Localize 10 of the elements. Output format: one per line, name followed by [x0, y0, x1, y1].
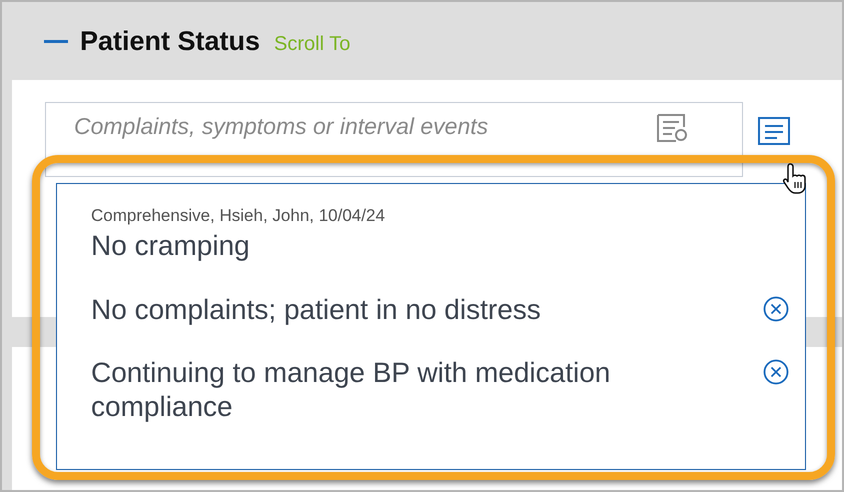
suggestion-item[interactable]: Continuing to manage BP with medication compliance: [91, 356, 711, 424]
remove-icon[interactable]: [763, 359, 789, 386]
section-title: Patient Status: [80, 26, 260, 56]
remove-icon[interactable]: [763, 296, 789, 322]
collapse-icon[interactable]: [44, 40, 68, 42]
suggestion-item[interactable]: No complaints; patient in no distress: [91, 292, 541, 326]
document-icon[interactable]: [757, 116, 791, 146]
document-search-icon[interactable]: [656, 113, 690, 143]
suggestion-meta: Comprehensive, Hsieh, John, 10/04/24: [91, 206, 385, 226]
suggestion-item[interactable]: No cramping: [91, 229, 385, 263]
